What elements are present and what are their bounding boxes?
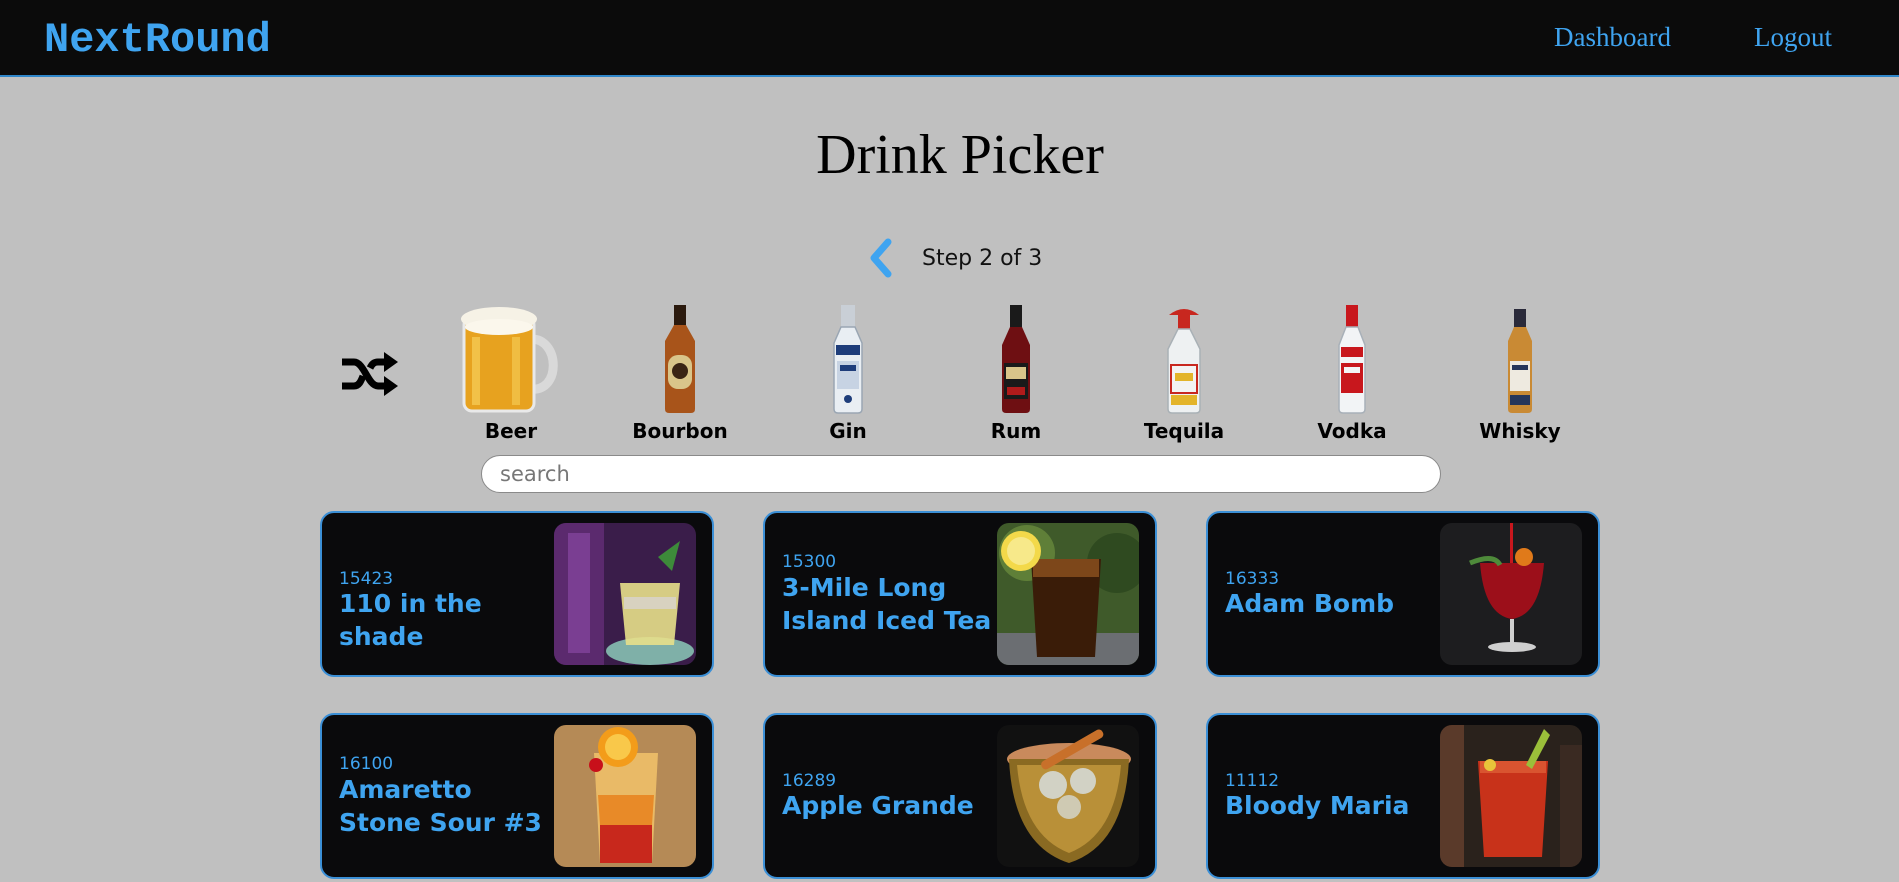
beer-mug-image: [461, 307, 558, 413]
spirit-label-gin: Gin: [829, 419, 867, 443]
page-title: Drink Picker: [816, 124, 1104, 186]
spirit-whisky[interactable]: Whisky: [1460, 303, 1580, 443]
drink-name: 3-Mile Long Island Iced Tea: [782, 573, 992, 635]
drink-thumbnail: [554, 523, 696, 665]
drink-card[interactable]: 11112 Bloody Maria: [1206, 713, 1600, 879]
drink-thumbnail: [1440, 725, 1582, 867]
drink-name: Amaretto Stone Sour #3: [339, 775, 542, 837]
drink-id: 11112: [1225, 771, 1280, 791]
search-input[interactable]: [481, 455, 1441, 493]
drink-name: Apple Grande: [782, 791, 974, 820]
drink-card[interactable]: 15300 3-Mile Long Island Iced Tea: [763, 511, 1157, 677]
spirit-label-vodka: Vodka: [1317, 419, 1387, 443]
drink-id: 16333: [1225, 569, 1280, 589]
brand-logo[interactable]: NextRound: [44, 16, 271, 64]
drink-card[interactable]: 16289 Apple Grande: [763, 713, 1157, 879]
drink-card[interactable]: 16100 Amaretto Stone Sour #3: [320, 713, 714, 879]
spirit-label-bourbon: Bourbon: [632, 419, 728, 443]
drink-card[interactable]: 16333 Adam Bomb: [1206, 511, 1600, 677]
shuffle-icon[interactable]: [340, 348, 400, 400]
spirit-vodka[interactable]: Vodka: [1292, 303, 1412, 443]
spirit-label-tequila: Tequila: [1143, 419, 1225, 443]
spirit-beer[interactable]: Beer: [451, 303, 571, 443]
whisky-bottle-image: [1508, 309, 1532, 413]
drink-id: 15300: [782, 552, 837, 572]
spirit-bourbon[interactable]: Bourbon: [620, 303, 740, 443]
nav-dashboard-link[interactable]: Dashboard: [1554, 22, 1671, 53]
spirit-label-rum: Rum: [990, 419, 1042, 443]
rum-bottle-image: [1002, 305, 1030, 413]
spirit-rum[interactable]: Rum: [956, 303, 1076, 443]
drink-thumbnail: [1440, 523, 1582, 665]
drink-name: Bloody Maria: [1225, 791, 1410, 820]
step-text: Step 2 of 3: [922, 245, 1043, 271]
spirit-gin[interactable]: Gin: [788, 303, 908, 443]
gin-bottle-image: [833, 305, 863, 414]
spirit-tequila[interactable]: Tequila: [1124, 303, 1244, 443]
navbar: NextRound Dashboard Logout: [0, 0, 1899, 77]
bourbon-bottle-image: [665, 305, 695, 413]
nav-logout-link[interactable]: Logout: [1754, 22, 1832, 53]
step-indicator: Step 2 of 3: [866, 236, 1042, 280]
vodka-bottle-image: [1338, 305, 1366, 414]
tequila-bottle-image: [1167, 309, 1201, 414]
drink-id: 16100: [339, 754, 394, 774]
drink-thumbnail: [997, 523, 1139, 665]
drink-thumbnail: [997, 725, 1139, 867]
drink-id: 15423: [339, 569, 394, 589]
drink-id: 16289: [782, 771, 837, 791]
chevron-left-icon[interactable]: [866, 236, 896, 280]
drink-thumbnail: [554, 725, 696, 867]
drink-name: 110 in the shade: [339, 589, 482, 651]
spirit-label-beer: Beer: [484, 419, 538, 443]
drink-name: Adam Bomb: [1225, 589, 1395, 618]
spirit-label-whisky: Whisky: [1479, 419, 1561, 443]
drink-card[interactable]: 15423 110 in the shade: [320, 511, 714, 677]
